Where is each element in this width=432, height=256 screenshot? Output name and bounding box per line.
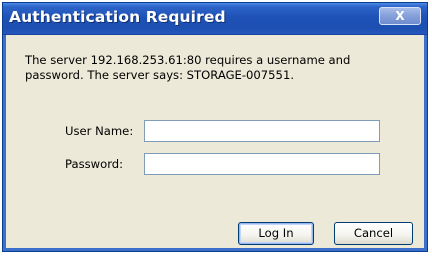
dialog-body: The server 192.168.253.61:80 requires a … bbox=[6, 35, 424, 248]
login-button[interactable]: Log In bbox=[238, 222, 314, 245]
auth-message-line-2: password. The server says: STORAGE-00755… bbox=[25, 68, 294, 82]
auth-message: The server 192.168.253.61:80 requires a … bbox=[25, 53, 415, 83]
password-input[interactable] bbox=[144, 153, 380, 175]
username-input[interactable] bbox=[144, 120, 380, 142]
close-button[interactable]: X bbox=[379, 7, 421, 25]
auth-message-line-1: The server 192.168.253.61:80 requires a … bbox=[25, 53, 351, 67]
password-label: Password: bbox=[65, 157, 124, 171]
close-icon: X bbox=[395, 9, 405, 23]
dialog-title: Authentication Required bbox=[9, 8, 226, 26]
username-label: User Name: bbox=[65, 124, 134, 138]
cancel-button[interactable]: Cancel bbox=[334, 222, 413, 245]
auth-dialog: Authentication Required X The server 192… bbox=[2, 2, 428, 252]
title-bar[interactable]: Authentication Required X bbox=[3, 3, 427, 35]
